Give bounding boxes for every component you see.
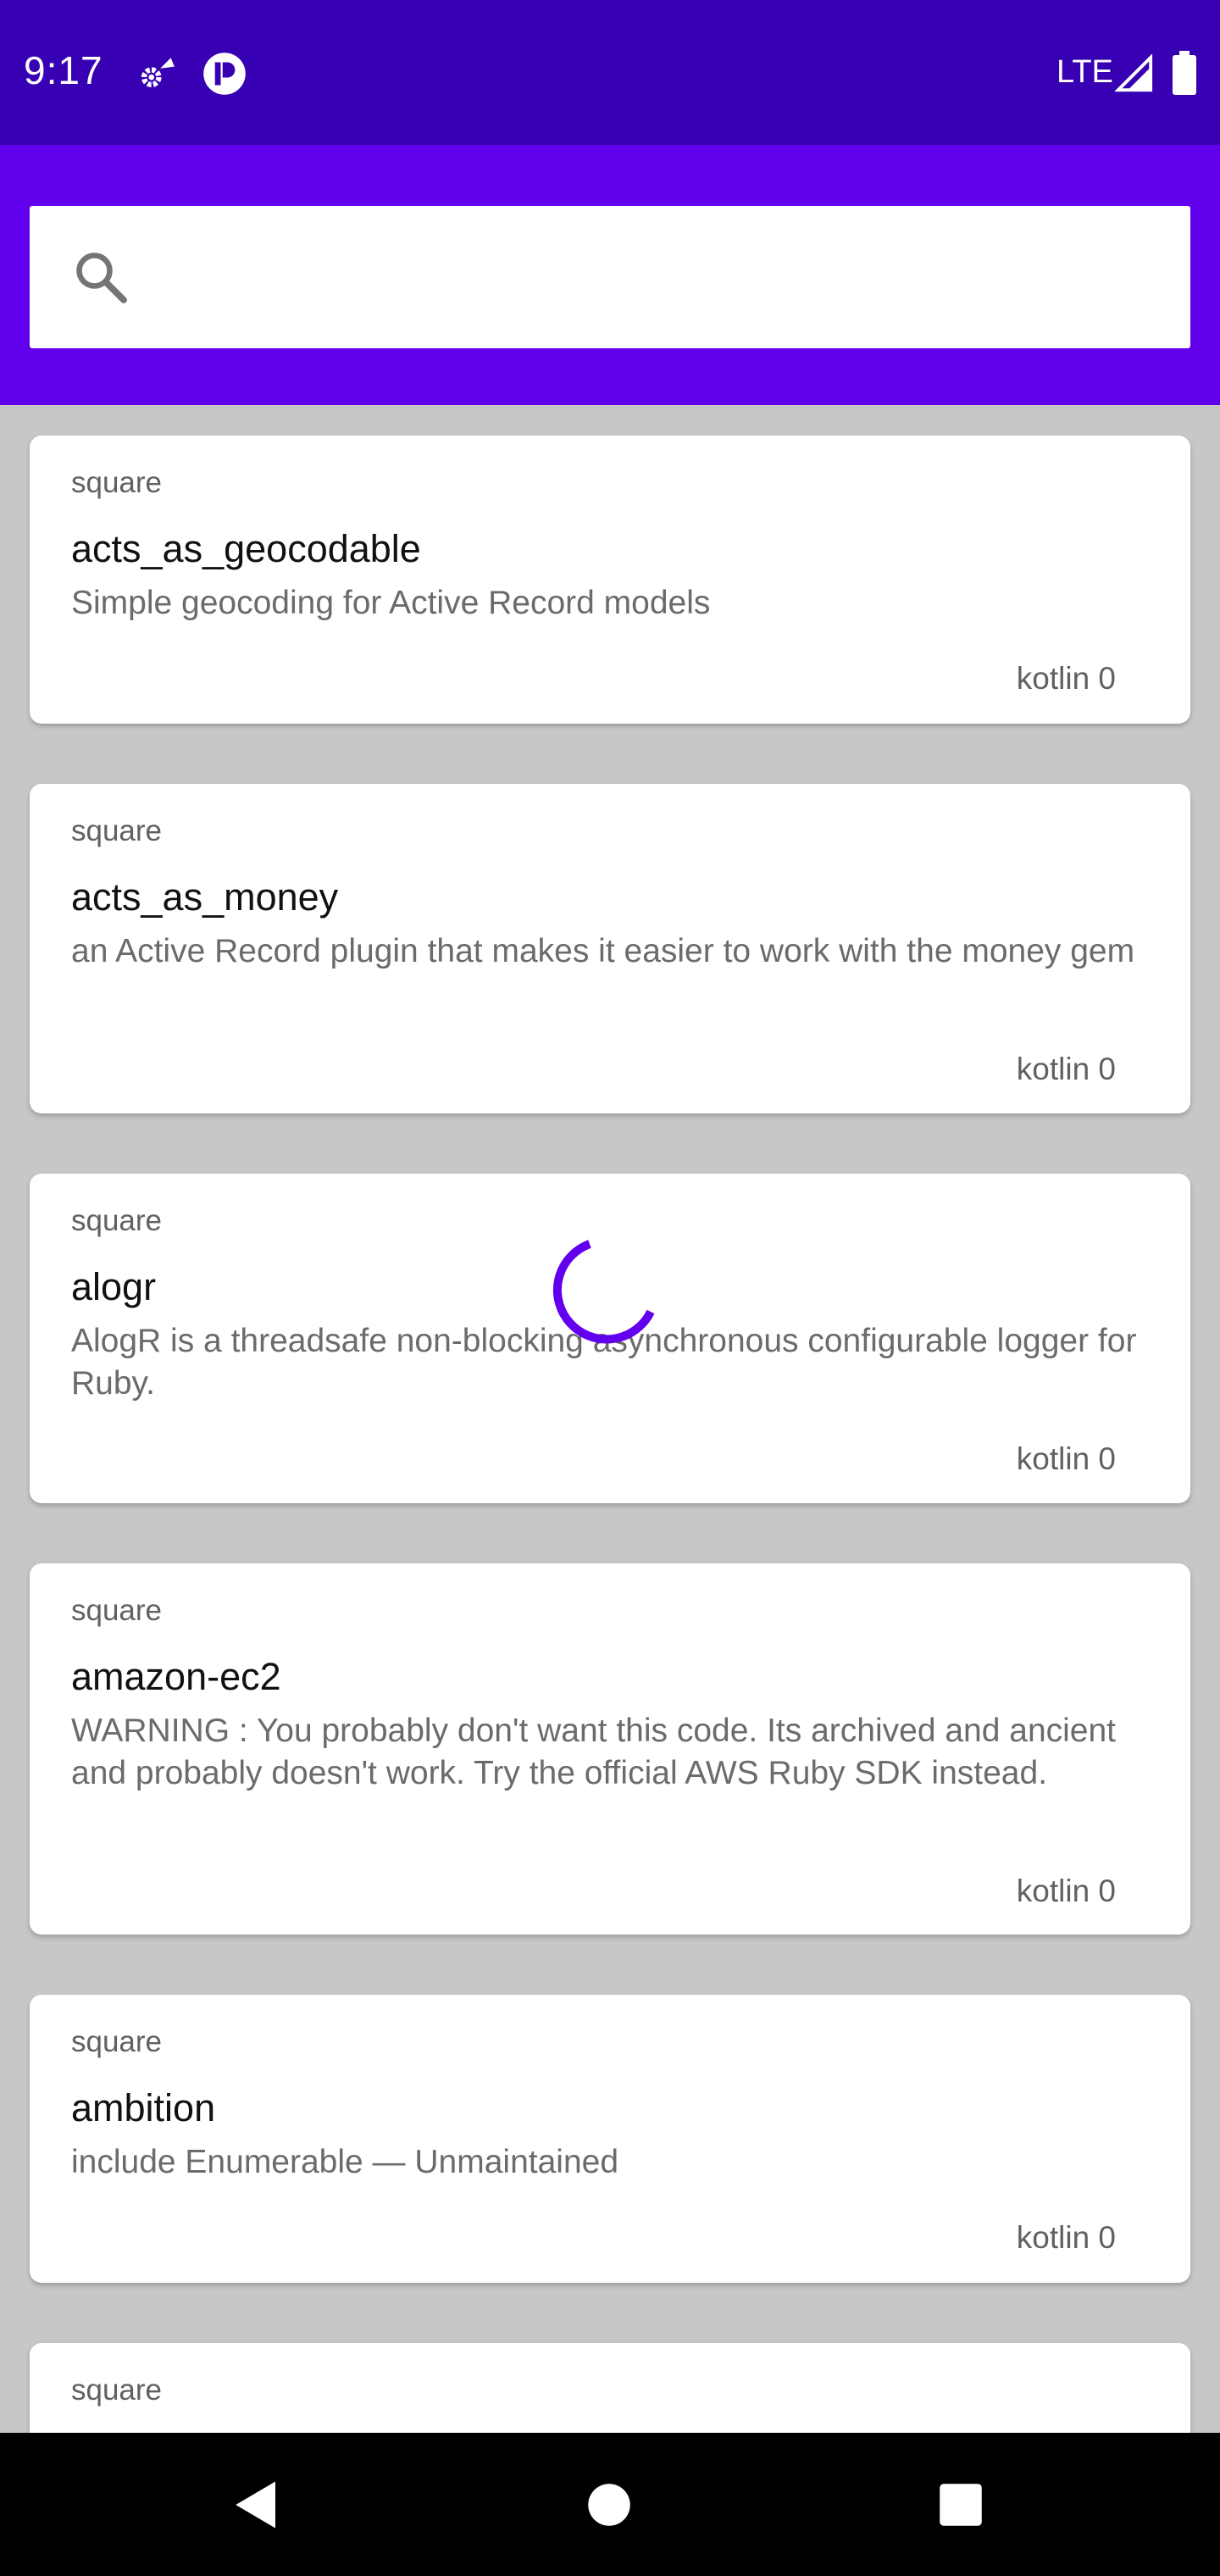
repo-owner: square	[71, 2373, 163, 2407]
back-icon[interactable]	[229, 2475, 285, 2534]
repo-card[interactable]: square ambition include Enumerable — Unm…	[30, 1995, 1190, 2283]
repo-owner: square	[71, 1204, 163, 1237]
gear-notification-icon	[141, 58, 175, 88]
repo-stats: kotlin 0	[1016, 1874, 1116, 1908]
repo-owner: square	[71, 1594, 163, 1627]
battery-icon	[1173, 51, 1196, 95]
loading-spinner	[552, 1240, 655, 1344]
repo-stats: kotlin 0	[1016, 1052, 1116, 1086]
repo-card[interactable]: square acts_as_money an Active Record pl…	[30, 784, 1190, 1113]
search-bar[interactable]	[30, 206, 1190, 348]
repo-name: acts_as_money	[71, 875, 339, 919]
app-bar	[0, 145, 1220, 405]
network-type-label: LTE	[1056, 54, 1113, 90]
repo-owner: square	[71, 814, 163, 847]
recents-icon[interactable]	[938, 2482, 984, 2528]
repo-name: acts_as_geocodable	[71, 527, 421, 570]
home-icon[interactable]	[586, 2482, 632, 2528]
repo-name: alogr	[71, 1265, 157, 1308]
navigation-bar	[0, 2433, 1220, 2576]
repo-description: Simple geocoding for Active Record model…	[71, 585, 711, 621]
repo-description: an Active Record plugin that makes it ea…	[71, 933, 1135, 969]
repo-owner: square	[71, 466, 163, 499]
status-time: 9:17	[24, 48, 103, 92]
status-bar: 9:17 LTE	[0, 0, 1220, 145]
repo-card[interactable]: square	[30, 2343, 1190, 2433]
repo-description: include Enumerable — Unmaintained	[71, 2144, 619, 2180]
repo-stats: kotlin 0	[1016, 1441, 1116, 1476]
search-icon	[76, 253, 127, 303]
repo-description: WARNING : You probably don't want this c…	[71, 1713, 1117, 1791]
repo-card[interactable]: square acts_as_geocodable Simple geocodi…	[30, 436, 1190, 724]
repo-owner: square	[71, 2025, 163, 2058]
repo-list[interactable]: square acts_as_geocodable Simple geocodi…	[0, 405, 1220, 2433]
signal-icon	[1115, 54, 1153, 92]
repo-name: amazon-ec2	[71, 1655, 281, 1698]
search-input[interactable]	[157, 206, 1156, 348]
repo-card[interactable]: square amazon-ec2 WARNING : You probably…	[30, 1563, 1190, 1935]
repo-stats: kotlin 0	[1016, 2220, 1116, 2255]
repo-stats: kotlin 0	[1016, 661, 1116, 696]
repo-name: ambition	[71, 2086, 216, 2129]
p-notification-icon	[203, 53, 246, 95]
